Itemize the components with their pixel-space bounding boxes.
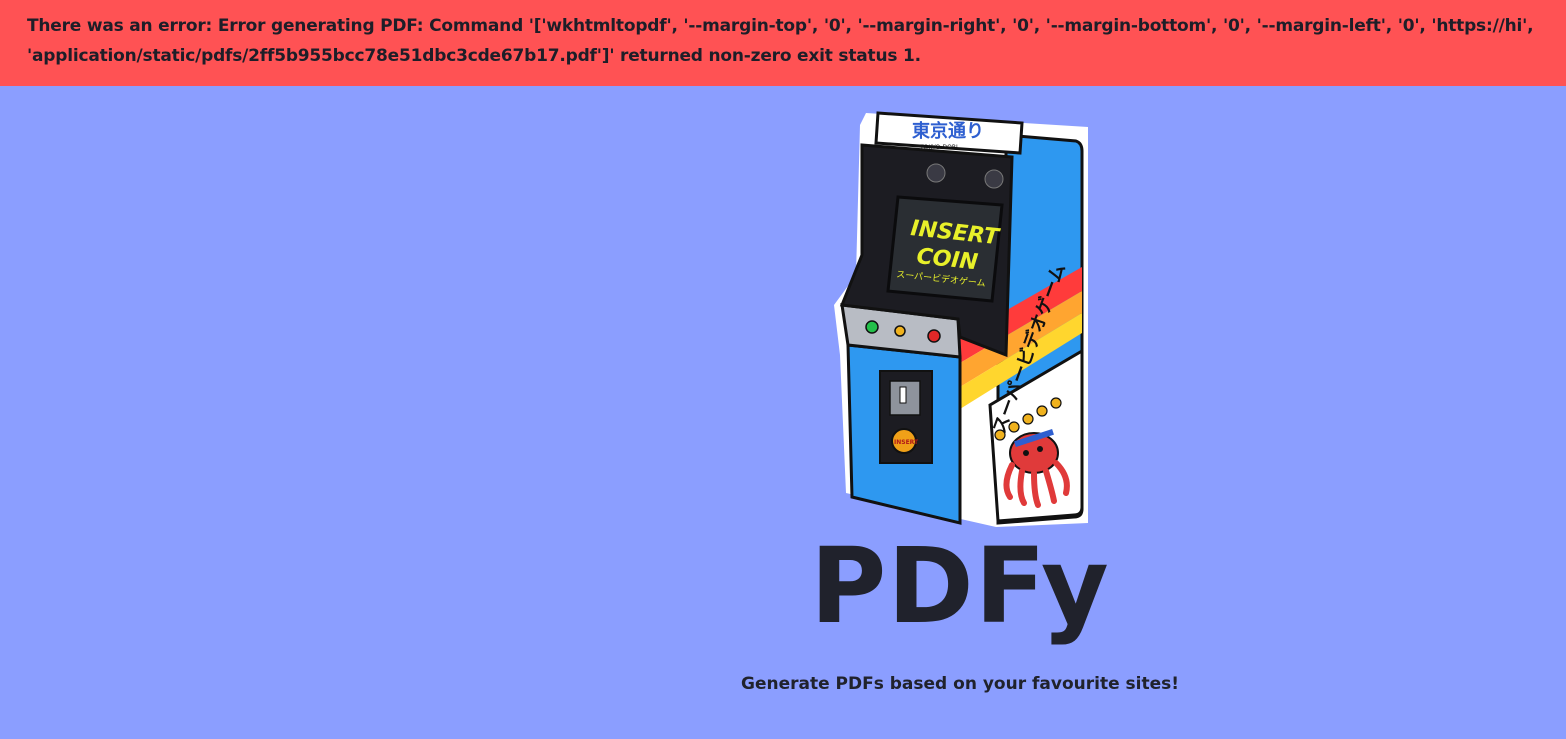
tagline: Generate PDFs based on your favourite si…	[741, 674, 1179, 694]
coin-label: INSERT	[894, 439, 919, 446]
main-content: スーパービデオゲーム INSERT COIN スーパービデオゲーム 東京通り T…	[0, 86, 1566, 739]
marquee-title: 東京通り	[912, 120, 984, 142]
error-banner: There was an error: Error generating PDF…	[0, 0, 1566, 86]
marquee-subtitle: TOKYO-DORI	[919, 144, 958, 151]
page-title: PDFy	[810, 525, 1110, 647]
error-message: There was an error: Error generating PDF…	[27, 16, 1534, 66]
arcade-cabinet-illustration: スーパービデオゲーム INSERT COIN スーパービデオゲーム 東京通り T…	[834, 111, 1088, 527]
